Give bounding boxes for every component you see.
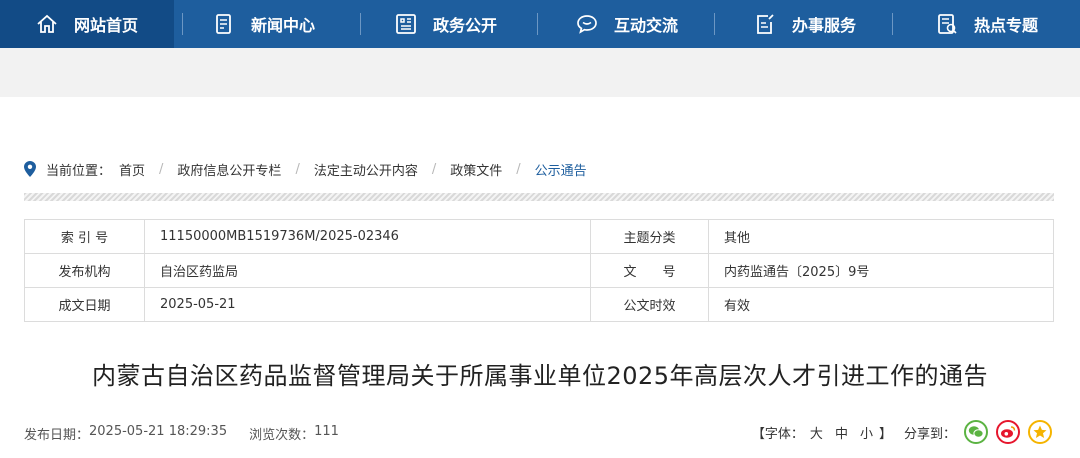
views-label: 浏览次数： (249, 428, 315, 443)
edit-doc-icon (754, 13, 776, 35)
weibo-icon[interactable] (996, 420, 1020, 444)
breadcrumb-separator: / (159, 161, 164, 177)
nav-item-services[interactable]: 办事服务 (716, 0, 894, 48)
nav-item-interaction[interactable]: 互动交流 (538, 0, 716, 48)
breadcrumb-gov-info[interactable]: 政府信息公开专栏 (177, 160, 281, 179)
category-label: 主题分类 (590, 219, 709, 254)
nav-item-label: 热点专题 (973, 16, 1038, 35)
document-info-table: 索 引 号 11150000MB1519736M/2025-02346 主题分类… (24, 219, 1054, 322)
font-size-medium-button[interactable]: 中 (835, 423, 848, 442)
article-title: 内蒙古自治区药品监督管理局关于所属事业单位2025年高层次人才引进工作的通告 (91, 362, 989, 390)
nav-item-label: 互动交流 (613, 16, 678, 35)
nav-item-home[interactable]: 网站首页 (0, 0, 174, 48)
main-nav: 网站首页 新闻中心 政务公开 互动交流 办事服务 热点专题 (0, 0, 1080, 48)
news-icon (213, 13, 235, 35)
article-tools: 【字体： 大 中 小 】 分享到： (752, 420, 1052, 444)
breadcrumb: 当前位置： 首页 / 政府信息公开专栏 / 法定主动公开内容 / 政策文件 / … (24, 158, 587, 180)
written-date-label: 成文日期 (24, 287, 145, 322)
category-value: 其他 (708, 219, 1054, 254)
font-size-small-button[interactable]: 小 (860, 423, 873, 442)
nav-divider (892, 13, 893, 35)
nav-divider (182, 13, 183, 35)
doc-number-value: 内药监通告〔2025〕9号 (708, 253, 1054, 288)
font-size-label: 【字体： (751, 426, 804, 442)
publish-date-value: 2025-05-21 18:29:35 (89, 424, 228, 439)
nav-divider (714, 13, 715, 35)
breadcrumb-statutory[interactable]: 法定主动公开内容 (314, 160, 418, 179)
nav-item-label: 政务公开 (432, 16, 497, 35)
banner-band (0, 48, 1080, 97)
nav-item-label: 网站首页 (73, 16, 138, 35)
table-row: 索 引 号 11150000MB1519736M/2025-02346 主题分类… (24, 219, 1054, 254)
validity-label: 公文时效 (590, 287, 709, 322)
location-pin-icon (24, 161, 36, 177)
wechat-icon[interactable] (964, 420, 988, 444)
index-no-label: 索 引 号 (24, 219, 145, 254)
breadcrumb-separator: / (516, 161, 521, 177)
font-size-large-button[interactable]: 大 (810, 423, 823, 442)
share-label: 分享到： (903, 426, 956, 442)
nav-item-gov[interactable]: 政务公开 (354, 0, 538, 48)
nav-item-news[interactable]: 新闻中心 (174, 0, 354, 48)
topic-icon (936, 13, 958, 35)
publisher-label: 发布机构 (24, 253, 145, 288)
doc-number-label: 文 号 (590, 253, 709, 288)
home-icon (36, 13, 58, 35)
publisher-value: 自治区药监局 (144, 253, 591, 288)
breadcrumb-policy[interactable]: 政策文件 (450, 160, 502, 179)
breadcrumb-home[interactable]: 首页 (119, 160, 145, 179)
nav-item-label: 新闻中心 (250, 16, 315, 35)
nav-divider (537, 13, 538, 35)
views-value: 111 (314, 424, 339, 439)
index-no-value: 11150000MB1519736M/2025-02346 (144, 219, 591, 254)
table-row: 发布机构 自治区药监局 文 号 内药监通告〔2025〕9号 (24, 253, 1054, 288)
font-size-close: 】 (878, 426, 892, 442)
breadcrumb-separator: / (431, 161, 437, 177)
article-meta: 发布日期： 2025-05-21 18:29:35 浏览次数： 111 (24, 424, 339, 443)
breadcrumb-prefix: 当前位置： (46, 163, 112, 179)
publish-date-label: 发布日期： (24, 428, 90, 443)
divider-stripe (24, 193, 1054, 201)
nav-divider (360, 13, 361, 35)
written-date-value: 2025-05-21 (144, 287, 591, 322)
validity-value: 有效 (708, 287, 1054, 322)
qzone-icon[interactable] (1028, 420, 1052, 444)
chat-icon (576, 13, 598, 35)
nav-item-label: 办事服务 (791, 16, 856, 35)
table-row: 成文日期 2025-05-21 公文时效 有效 (24, 287, 1054, 322)
breadcrumb-current[interactable]: 公示通告 (535, 160, 587, 179)
breadcrumb-separator: / (295, 161, 300, 177)
nav-item-topics[interactable]: 热点专题 (894, 0, 1080, 48)
building-icon (395, 13, 417, 35)
